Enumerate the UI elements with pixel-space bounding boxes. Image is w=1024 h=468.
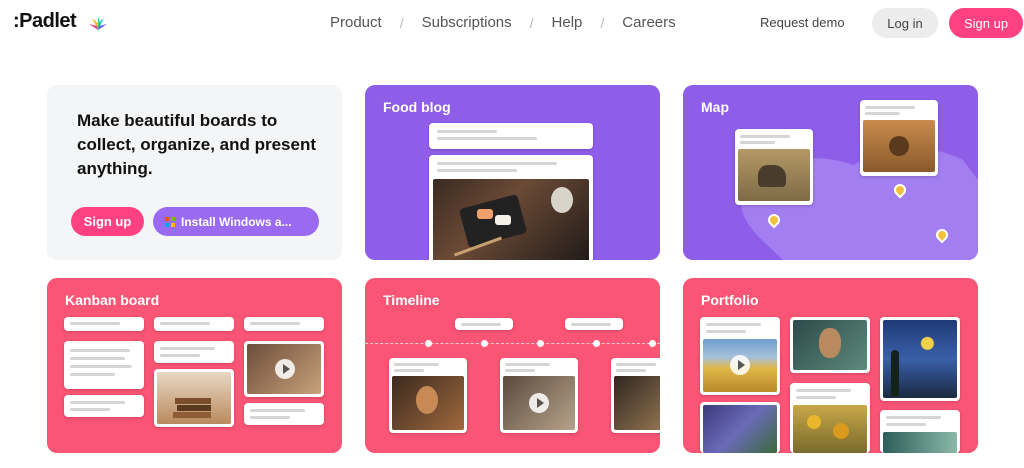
kanban-card — [244, 403, 324, 425]
site-header: :Padlet Product / Subscriptions / Help /… — [0, 0, 1024, 46]
portfolio-item — [790, 317, 870, 373]
portfolio-item — [790, 383, 870, 453]
nav-separator: / — [600, 14, 605, 31]
wheatfield-video-image — [703, 339, 777, 392]
timeline-label — [455, 318, 513, 330]
padlet-logo[interactable]: :Padlet — [13, 10, 77, 33]
timeline-post — [611, 358, 660, 433]
portfolio-item — [700, 402, 780, 453]
play-icon[interactable] — [730, 355, 750, 375]
map-card[interactable]: Map — [683, 85, 978, 260]
nav-subscriptions[interactable]: Subscriptions — [422, 14, 512, 31]
play-icon[interactable] — [275, 359, 295, 379]
post-card — [429, 123, 593, 149]
login-button[interactable]: Log in — [872, 8, 938, 38]
portrait-image — [392, 376, 464, 430]
card-title: Timeline — [383, 292, 440, 308]
column-header — [64, 317, 144, 331]
nav-product[interactable]: Product — [330, 14, 382, 31]
kanban-card — [64, 341, 144, 389]
main-nav: Product / Subscriptions / Help / Careers — [330, 14, 676, 31]
card-title: Portfolio — [701, 292, 759, 308]
timeline-post — [500, 358, 578, 433]
column-header — [154, 317, 234, 331]
classroom-video-image — [247, 344, 321, 394]
hero-card: Make beautiful boards to collect, organi… — [47, 85, 342, 260]
kanban-card — [244, 341, 324, 397]
figure-image — [614, 376, 660, 430]
map-post-card — [860, 100, 938, 176]
timeline-post — [389, 358, 467, 433]
timeline-dot — [481, 340, 488, 347]
blossoms-image — [883, 432, 957, 453]
portfolio-item — [880, 410, 960, 453]
sunflowers-image — [793, 405, 867, 453]
card-title: Map — [701, 99, 729, 115]
hero-signup-button[interactable]: Sign up — [71, 207, 144, 236]
install-windows-app-button[interactable]: Install Windows a... — [153, 207, 319, 236]
kanban-board-card[interactable]: Kanban board — [47, 278, 342, 453]
card-title: Food blog — [383, 99, 451, 115]
timeline-dot — [593, 340, 600, 347]
portfolio-item — [700, 317, 780, 395]
play-icon[interactable] — [529, 393, 549, 413]
timeline-label — [565, 318, 623, 330]
map-post-card — [735, 129, 813, 205]
books-image — [157, 372, 231, 424]
food-blog-card[interactable]: Food blog — [365, 85, 660, 260]
statue-video-image — [503, 376, 575, 430]
kanban-card — [154, 369, 234, 427]
request-demo-link[interactable]: Request demo — [760, 15, 845, 30]
elephant-image — [738, 149, 810, 201]
nav-help[interactable]: Help — [552, 14, 583, 31]
nav-separator: / — [529, 14, 534, 31]
kanban-card — [154, 341, 234, 363]
hero-headline: Make beautiful boards to collect, organi… — [77, 111, 317, 178]
timeline-dot — [649, 340, 656, 347]
nav-separator: / — [399, 14, 404, 31]
padlet-flower-icon — [89, 16, 107, 30]
nav-careers[interactable]: Careers — [622, 14, 675, 31]
post-card — [429, 155, 593, 260]
windows-icon — [165, 216, 175, 227]
signup-button-header[interactable]: Sign up — [949, 8, 1023, 38]
irises-image — [703, 405, 777, 453]
timeline-dot — [537, 340, 544, 347]
portrait-painting-image — [793, 320, 867, 370]
install-button-label: Install Windows a... — [181, 214, 292, 229]
kanban-card — [64, 395, 144, 417]
portfolio-card[interactable]: Portfolio — [683, 278, 978, 453]
card-title: Kanban board — [65, 292, 160, 308]
column-header — [244, 317, 324, 331]
timeline-dot — [425, 340, 432, 347]
timeline-card[interactable]: Timeline — [365, 278, 660, 453]
lion-image — [863, 120, 935, 172]
sushi-image — [433, 179, 589, 260]
timeline-axis — [365, 343, 660, 344]
portfolio-item — [880, 317, 960, 401]
starry-night-image — [883, 320, 957, 398]
